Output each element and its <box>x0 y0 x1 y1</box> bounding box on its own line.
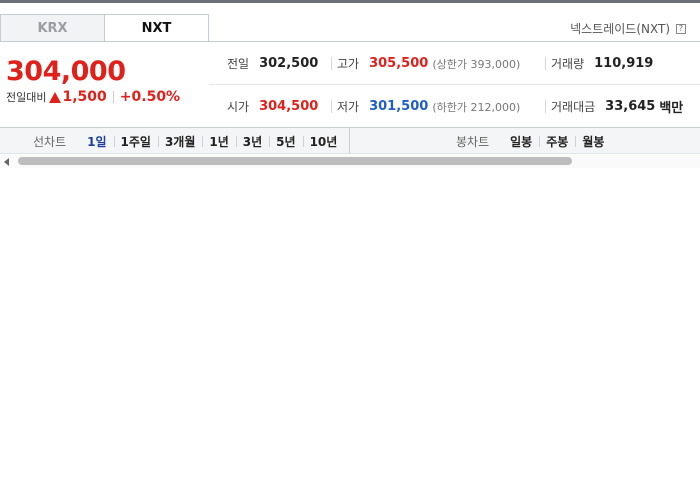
change-row: 전일대비 1,500 +0.50% <box>6 89 180 105</box>
period-1d[interactable]: 1일 <box>80 133 113 150</box>
stat-high: 고가 305,500 (상한가 393,000) <box>331 42 520 85</box>
stat-limit: (상한가 393,000) <box>432 57 521 71</box>
tab-nxt[interactable]: NXT <box>104 14 209 42</box>
period-5y[interactable]: 5년 <box>269 133 302 150</box>
stat-unit: 백만 <box>659 101 684 116</box>
change-amount: 1,500 <box>62 89 107 105</box>
stat-value: 304,500 <box>259 99 319 114</box>
horizontal-scrollbar[interactable] <box>0 155 700 168</box>
line-chart-title: 선차트 <box>33 134 67 149</box>
chart-period-bar: 선차트 1일 1주일 3개월 1년 3년 5년 10년 봉차트 일봉 주봉 월봉 <box>0 127 700 154</box>
candle-monthly[interactable]: 월봉 <box>575 133 611 150</box>
period-10y[interactable]: 10년 <box>302 133 345 150</box>
period-1w[interactable]: 1주일 <box>113 133 158 150</box>
stat-open: 시가 304,500 <box>227 85 318 128</box>
question-icon[interactable]: ? <box>676 23 686 34</box>
market-source-label: 넥스트레이드(NXT) <box>570 22 670 36</box>
change-percent: +0.50% <box>119 89 181 105</box>
quote-panel: 304,000 전일대비 1,500 +0.50% 전일 302,500 고가 … <box>0 41 700 127</box>
market-source: 넥스트레이드(NXT) ? <box>570 20 686 37</box>
period-3y[interactable]: 3년 <box>235 133 269 150</box>
tab-krx[interactable]: KRX <box>0 14 105 42</box>
scroll-thumb[interactable] <box>18 157 572 165</box>
stat-amount: 거래대금 33,645 백만 <box>545 85 683 128</box>
candle-weekly[interactable]: 주봉 <box>539 133 575 150</box>
stat-label: 거래량 <box>551 57 585 71</box>
scroll-left-icon[interactable] <box>4 158 9 166</box>
change-label: 전일대비 <box>6 91 47 104</box>
stat-low: 저가 301,500 (하한가 212,000) <box>331 85 520 128</box>
stat-value: 301,500 <box>369 99 429 114</box>
current-price: 304,000 <box>6 56 126 87</box>
stat-value: 33,645 <box>605 99 656 114</box>
stat-label: 시가 <box>227 100 250 114</box>
stat-value: 302,500 <box>259 56 319 71</box>
period-3m[interactable]: 3개월 <box>157 133 202 150</box>
stats-row: 전일 302,500 고가 305,500 (상한가 393,000) 거래량 … <box>209 42 700 85</box>
stat-label: 저가 <box>337 100 360 114</box>
stat-label: 고가 <box>337 57 360 71</box>
stat-label: 거래대금 <box>551 100 596 114</box>
up-triangle-icon <box>49 91 62 103</box>
candle-chart-title: 봉차트 <box>456 134 490 149</box>
stat-value: 110,919 <box>594 56 654 71</box>
divider <box>112 91 114 103</box>
candle-daily[interactable]: 일봉 <box>503 133 539 150</box>
line-chart-options: 선차트 1일 1주일 3개월 1년 3년 5년 10년 <box>0 128 350 154</box>
period-1y[interactable]: 1년 <box>202 133 235 150</box>
stat-volume: 거래량 110,919 <box>545 42 653 85</box>
stat-prev-close: 전일 302,500 <box>227 42 318 85</box>
price-block: 304,000 전일대비 1,500 +0.50% <box>6 56 180 105</box>
market-tabs: KRX NXT <box>0 14 209 42</box>
stats-row: 시가 304,500 저가 301,500 (하한가 212,000) 거래대금… <box>209 85 700 128</box>
stat-label: 전일 <box>227 57 250 71</box>
stats-grid: 전일 302,500 고가 305,500 (상한가 393,000) 거래량 … <box>209 42 700 128</box>
stat-value: 305,500 <box>369 56 429 71</box>
candle-chart-options: 봉차트 일봉 주봉 월봉 <box>350 128 700 154</box>
top-border <box>0 0 700 3</box>
stat-limit: (하한가 212,000) <box>432 100 521 114</box>
